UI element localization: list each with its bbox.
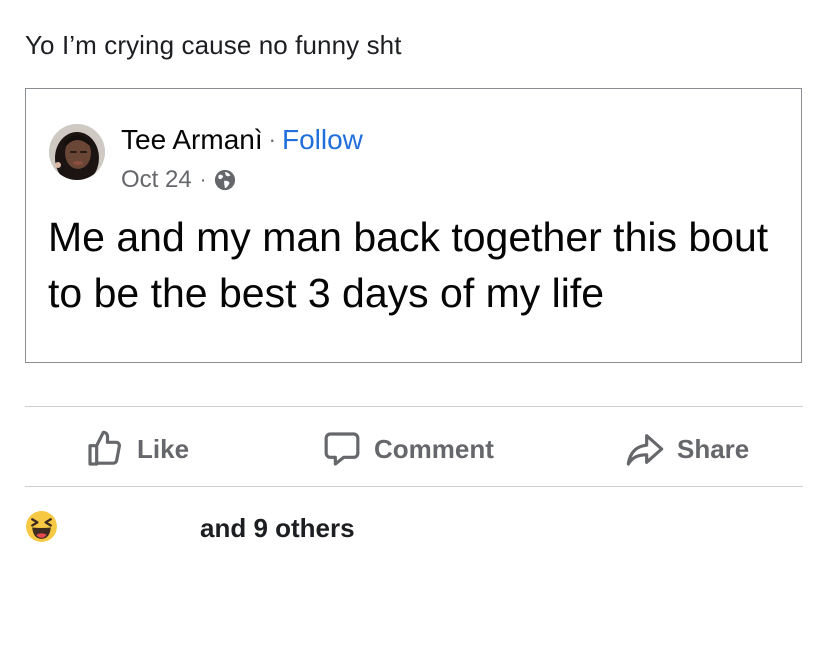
author-name[interactable]: Tee Armanì bbox=[121, 124, 263, 155]
share-label: Share bbox=[677, 433, 750, 464]
comment-label: Comment bbox=[374, 433, 494, 464]
share-button[interactable]: Share bbox=[625, 425, 749, 473]
avatar-image bbox=[49, 124, 105, 180]
comment-icon bbox=[324, 432, 360, 466]
share-arrow-icon bbox=[626, 434, 664, 466]
post-caption: Yo I’m crying cause no funny sht bbox=[25, 30, 402, 60]
separator-dot: · bbox=[199, 168, 207, 191]
post-meta: Oct 24 · bbox=[121, 166, 236, 194]
thumbs-up-icon bbox=[88, 430, 121, 466]
divider-top bbox=[25, 406, 803, 407]
comment-button[interactable]: Comment bbox=[322, 425, 494, 473]
separator-dot: · bbox=[268, 127, 276, 152]
author-line: Tee Armanì · Follow bbox=[121, 124, 363, 156]
laughing-face-emoji bbox=[26, 511, 57, 542]
shared-post-card[interactable]: Tee Armanì · Follow Oct 24 · Me and my man… bbox=[25, 88, 802, 363]
reactions-summary[interactable]: and 9 others bbox=[25, 510, 425, 548]
post-body-text: Me and my man back together this bout to… bbox=[48, 214, 769, 316]
like-label: Like bbox=[137, 433, 190, 464]
post-date[interactable]: Oct 24 bbox=[121, 166, 192, 194]
divider-bottom bbox=[25, 486, 803, 487]
globe-icon bbox=[215, 169, 236, 191]
reaction-count-text[interactable]: and 9 others bbox=[200, 513, 355, 544]
follow-button[interactable]: Follow bbox=[282, 124, 363, 155]
like-button[interactable]: Like bbox=[85, 425, 189, 473]
author-avatar[interactable] bbox=[49, 124, 105, 180]
